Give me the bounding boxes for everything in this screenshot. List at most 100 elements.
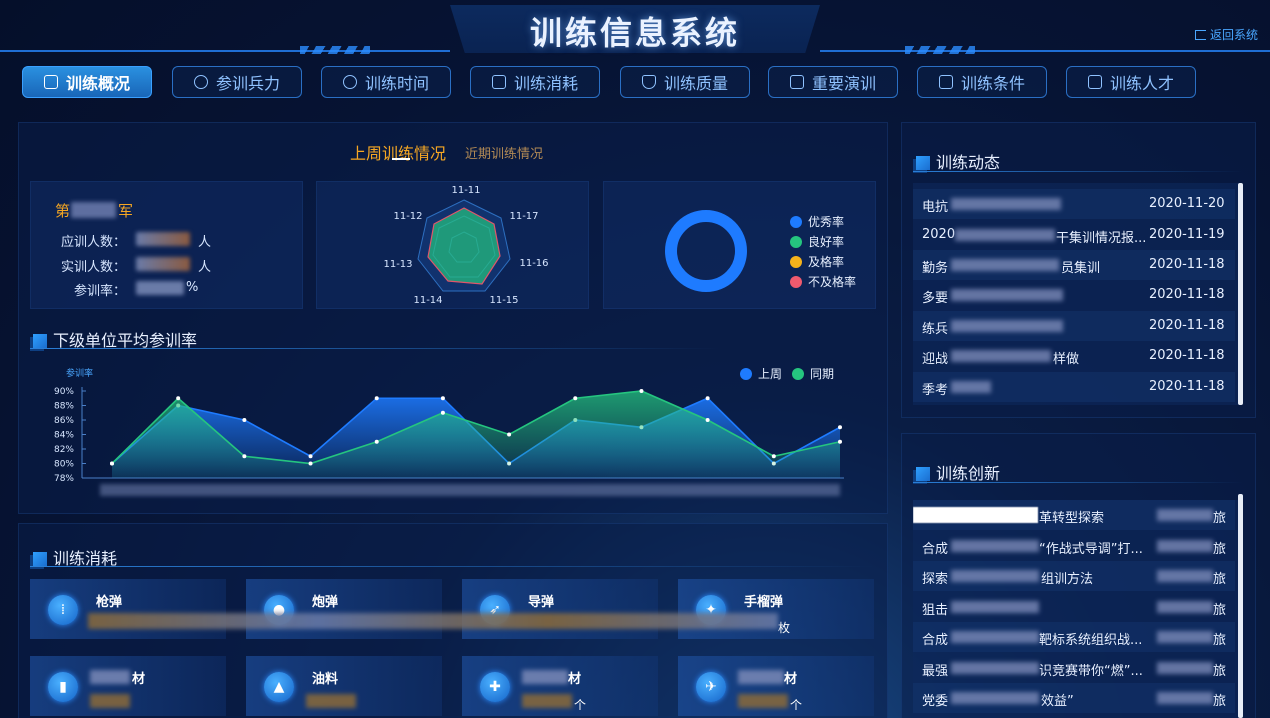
consumption-name: 材 (784, 672, 798, 687)
stat-unit: 人 (198, 260, 212, 275)
data-point (440, 396, 445, 401)
innovation-item[interactable]: 革转型探索 旅 (913, 500, 1235, 530)
donut-ring (665, 210, 747, 292)
news-date: 2020-11-18 (1149, 287, 1225, 302)
data-point (308, 461, 313, 466)
stat-value-redacted (136, 232, 190, 246)
donut-chart (665, 210, 747, 292)
consumption-item[interactable]: ➶ 导弹 (462, 579, 658, 639)
subtab-recent[interactable]: 近期训练情况 (465, 143, 543, 162)
y-tick-label: 88% (54, 402, 74, 412)
news-title: 季考 (922, 383, 949, 398)
radar-label: 11-17 (509, 211, 538, 222)
news-item[interactable]: 勤务 员集训 2020-11-18 (913, 250, 1235, 280)
innovation-unit: 旅 (1213, 542, 1227, 557)
innovation-title: 最强 (922, 664, 949, 679)
innovation-item[interactable]: 合成 “作战式导调”打... 旅 (913, 531, 1235, 561)
news-date: 2020-11-20 (1149, 196, 1225, 211)
data-point (242, 454, 247, 459)
legend-label: 优秀率 (808, 215, 845, 229)
consumption-name: 油料 (312, 672, 339, 687)
news-title: 迎战 (922, 352, 949, 367)
tab-consumption[interactable]: 训练消耗 (470, 66, 600, 98)
redacted-block (951, 692, 1039, 704)
stat-label-required: 应训人数： (60, 235, 126, 250)
consumption-unit: 枚 (778, 621, 791, 635)
redacted-block (951, 601, 1039, 613)
subtab-underline (392, 158, 410, 160)
y-tick-label: 82% (54, 445, 74, 455)
consumption-item[interactable]: ✈ 材个 (678, 656, 874, 716)
consumption-item[interactable]: ▲ 油料 (246, 656, 442, 716)
innovation-item[interactable]: 狙击 旅 (913, 592, 1235, 622)
hourglass-icon (491, 75, 506, 89)
back-to-system-link[interactable]: 返回系统 (1194, 26, 1258, 43)
tab-conditions[interactable]: 训练条件 (917, 66, 1047, 98)
innovation-list: 革转型探索旅 合成 “作战式导调”打... 旅 探索 组训方法旅 狙击旅 合成 靶标系统… (913, 500, 1241, 718)
legend-label: 良好率 (808, 235, 845, 249)
y-tick-label: 90% (54, 387, 74, 397)
legend-dot (790, 256, 802, 268)
subtab-last-week[interactable]: 上周训练情况 (350, 140, 446, 164)
innovation-title: 革转型探索 (1039, 511, 1105, 526)
news-scrollbar[interactable] (1238, 183, 1243, 405)
redacted-block (951, 198, 1061, 210)
news-item[interactable]: 季考 2020-11-18 (913, 372, 1235, 402)
innovation-item[interactable]: 最强 识竞赛带你“燃”... 旅 (913, 653, 1235, 683)
consumption-unit: 个 (790, 698, 803, 712)
tab-time[interactable]: 训练时间 (321, 66, 451, 98)
innovation-scrollbar[interactable] (1238, 494, 1243, 718)
redacted-block (1157, 662, 1213, 674)
consumption-item[interactable]: ✦ 手榴弹枚 (678, 579, 874, 639)
consumption-item[interactable]: ● 炮弹 (246, 579, 442, 639)
innovation-unit: 旅 (1213, 694, 1227, 709)
innovation-item[interactable]: 合成 靶标系统组织战... 旅 (913, 622, 1235, 652)
news-item[interactable]: 迎战 样做 2020-11-18 (913, 341, 1235, 371)
legend-fail: 不及格率 (790, 273, 856, 290)
radar-label: 11-14 (413, 295, 442, 306)
tab-forces[interactable]: 参训兵力 (172, 66, 302, 98)
redacted-block (1157, 570, 1213, 582)
news-item[interactable]: 练兵 2020-11-18 (913, 311, 1235, 341)
radar-label: 11-12 (393, 211, 422, 222)
stat-label-rate: 参训率： (73, 284, 126, 299)
redacted-block (88, 613, 778, 629)
consumption-item[interactable]: ✚ 材个 (462, 656, 658, 716)
data-point (771, 454, 776, 459)
innovation-item[interactable]: 党委 效益” 旅 (913, 683, 1235, 713)
tab-label: 训练时间 (364, 74, 429, 93)
clock-icon (342, 75, 357, 89)
stat-label-actual: 实训人数： (60, 260, 126, 275)
redacted-block (71, 202, 116, 218)
redacted-block (1157, 540, 1213, 552)
army-suffix: 军 (118, 202, 134, 220)
innovation-unit: 旅 (1213, 572, 1227, 587)
innovation-item[interactable]: 探索 组训方法 旅 (913, 561, 1235, 591)
redacted-block (90, 694, 130, 708)
tab-label: 训练消耗 (513, 74, 578, 93)
news-item[interactable]: 多要 2020-11-18 (913, 280, 1235, 310)
data-point (374, 439, 379, 444)
tab-exercises[interactable]: 重要演训 (768, 66, 898, 98)
data-point (440, 410, 445, 415)
legend-excellent: 优秀率 (790, 213, 844, 230)
section-square-icon (916, 467, 930, 481)
tab-quality[interactable]: 训练质量 (620, 66, 750, 98)
consumption-item[interactable]: ⁞ 枪弹 (30, 579, 226, 639)
participation-chart: 参训率 90% 88% 86% 84% 82% 80% 78% (54, 367, 844, 496)
tab-talent[interactable]: 训练人才 (1066, 66, 1196, 98)
innovation-unit: 旅 (1213, 633, 1227, 648)
consumption-item[interactable]: ▮ 材 (30, 656, 226, 716)
redacted-block (913, 507, 1038, 523)
legend-dot (790, 216, 802, 228)
redacted-block (1157, 601, 1213, 613)
news-item[interactable]: 2020 干集训情况报... 2020-11-19 (913, 220, 1235, 250)
news-item[interactable]: 电抗 2020-11-20 (913, 189, 1235, 219)
tab-overview[interactable]: 训练概况 (22, 66, 152, 98)
data-point (507, 432, 512, 437)
section-title-innovation: 训练创新 (916, 460, 1000, 484)
news-title: 勤务 (922, 261, 949, 276)
innovation-title: 探索 (922, 572, 949, 587)
news-title: 电抗 (922, 200, 949, 215)
redacted-block (951, 540, 1039, 552)
